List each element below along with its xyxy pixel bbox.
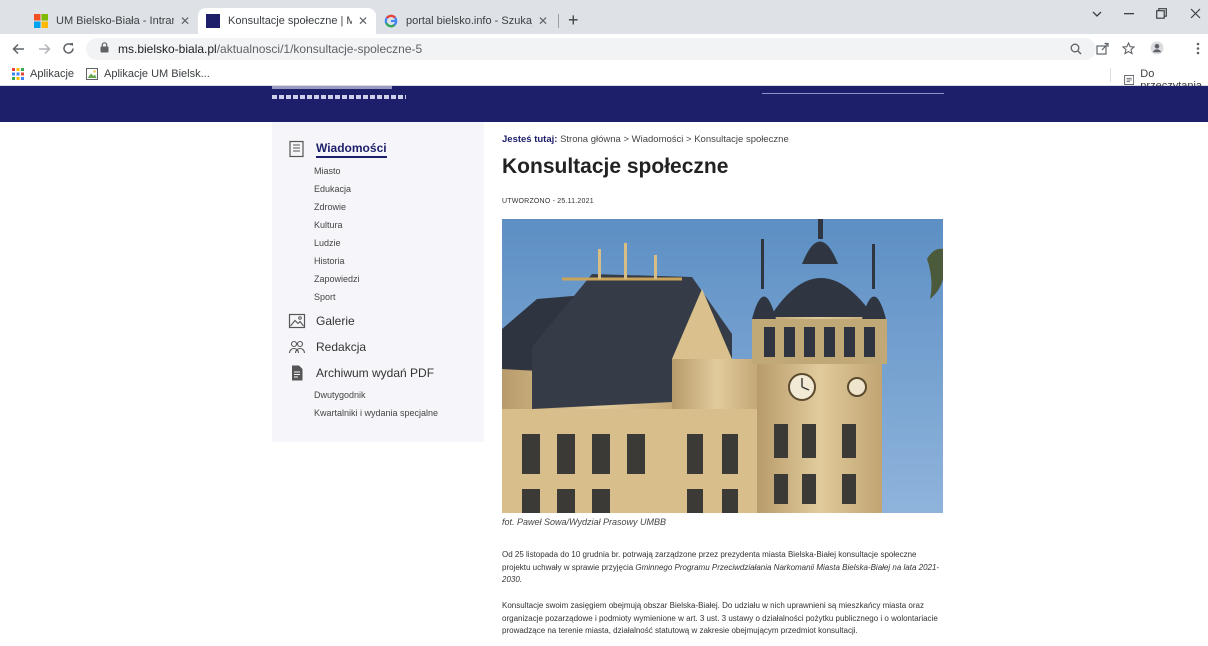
- sidebar-subitem-dwutygodnik[interactable]: Dwutygodnik: [314, 390, 366, 400]
- reload-icon[interactable]: [62, 42, 75, 55]
- restore-window-icon[interactable]: [1156, 8, 1167, 19]
- kebab-menu-icon[interactable]: [1196, 42, 1200, 55]
- tab-google-search[interactable]: portal bielsko.info - Szukaj w Goo ✕: [376, 8, 556, 34]
- sidebar-item-galerie[interactable]: Galerie: [288, 312, 355, 330]
- lock-icon[interactable]: [100, 42, 109, 53]
- sidebar-item-label: Galerie: [316, 314, 355, 328]
- article-paragraph-1: Od 25 listopada do 10 grudnia br. potrwa…: [502, 549, 947, 587]
- sidebar-item-redakcja[interactable]: Redakcja: [288, 338, 366, 356]
- article-photo: [502, 219, 943, 513]
- back-arrow-icon[interactable]: [12, 43, 25, 55]
- bookmark-apps[interactable]: Aplikacje: [12, 68, 74, 80]
- close-icon[interactable]: ✕: [538, 14, 548, 28]
- tab-title: portal bielsko.info - Szukaj w Goo: [406, 15, 532, 27]
- town-hall-photo: [502, 219, 943, 513]
- tab-konsultacje[interactable]: Konsultacje społeczne | Magazyn ✕: [198, 8, 376, 34]
- zoom-icon[interactable]: [1070, 43, 1082, 55]
- sidebar-nav: Wiadomości Miasto Edukacja Zdrowie Kultu…: [272, 122, 484, 442]
- google-g-icon: [384, 14, 398, 28]
- url-host: ms.bielsko-biala.pl: [118, 42, 217, 56]
- sidebar-item-archiwum[interactable]: Archiwum wydań PDF: [288, 364, 434, 382]
- browser-tab-strip: UM Bielsko-Biała - Intranet ✕ Konsultacj…: [0, 0, 1208, 34]
- microsoft-logo-icon: [34, 14, 48, 28]
- address-bar[interactable]: ms.bielsko-biala.pl/aktualnosci/1/konsul…: [86, 38, 1096, 60]
- sidebar-subitem-zapowiedzi[interactable]: Zapowiedzi: [314, 274, 360, 284]
- browser-toolbar: ms.bielsko-biala.pl/aktualnosci/1/konsul…: [0, 34, 1208, 64]
- sidebar-item-label: Redakcja: [316, 340, 367, 354]
- image-bookmark-icon: [86, 68, 98, 80]
- sidebar-subitem-kwartalniki[interactable]: Kwartalniki i wydania specjalne: [314, 408, 438, 418]
- tab-title: Konsultacje społeczne | Magazyn: [228, 15, 352, 27]
- share-icon[interactable]: [1096, 42, 1109, 55]
- sidebar-item-label: Wiadomości: [316, 141, 387, 158]
- profile-avatar-icon[interactable]: [1150, 41, 1164, 55]
- pdf-document-icon: [292, 365, 303, 381]
- new-tab-button[interactable]: +: [568, 10, 579, 30]
- created-date: UTWORZONO - 25.11.2021: [502, 198, 594, 205]
- sidebar-subitem-edukacja[interactable]: Edukacja: [314, 184, 351, 194]
- gallery-icon: [288, 313, 306, 329]
- breadcrumb: Jesteś tutaj: Strona główna > Wiadomości…: [502, 134, 789, 145]
- sidebar-subitem-sport[interactable]: Sport: [314, 292, 336, 302]
- forward-arrow-icon[interactable]: [38, 43, 51, 55]
- sidebar-subitem-historia[interactable]: Historia: [314, 256, 345, 266]
- bookmark-um-apps[interactable]: Aplikacje UM Bielsk...: [86, 68, 210, 80]
- site-header: [0, 86, 1208, 122]
- minimize-icon[interactable]: [1124, 13, 1134, 15]
- close-icon[interactable]: ✕: [180, 14, 190, 28]
- site-logo-tagline: [272, 95, 406, 99]
- sidebar-item-wiadomosci[interactable]: Wiadomości: [288, 140, 387, 158]
- sidebar-subitem-kultura[interactable]: Kultura: [314, 220, 343, 230]
- close-icon[interactable]: ✕: [358, 14, 368, 28]
- page-title: Konsultacje społeczne: [502, 155, 729, 178]
- sidebar-item-label: Archiwum wydań PDF: [316, 366, 435, 380]
- bookmarks-bar: Aplikacje Aplikacje UM Bielsk... Do prze…: [0, 64, 1208, 92]
- close-window-icon[interactable]: [1190, 8, 1201, 19]
- newspaper-icon: [289, 140, 304, 158]
- url-path: /aktualnosci/1/konsultacje-spoleczne-5: [216, 42, 423, 56]
- header-search-underline[interactable]: [762, 93, 944, 94]
- photo-caption: fot. Paweł Sowa/Wydział Prasowy UMBB: [502, 517, 667, 527]
- sidebar-subitem-ludzie[interactable]: Ludzie: [314, 238, 341, 248]
- bookmark-label: Aplikacje: [30, 68, 75, 80]
- url-text: ms.bielsko-biala.pl/aktualnosci/1/konsul…: [118, 42, 422, 56]
- sidebar-subitem-miasto[interactable]: Miasto: [314, 166, 341, 176]
- breadcrumb-path[interactable]: Strona główna > Wiadomości > Konsultacje…: [560, 134, 789, 145]
- tab-title: UM Bielsko-Biała - Intranet: [56, 15, 174, 27]
- reading-list-icon: [1124, 74, 1135, 86]
- sidebar-subitem-zdrowie[interactable]: Zdrowie: [314, 202, 346, 212]
- tab-separator: [558, 14, 559, 28]
- site-logo[interactable]: [272, 86, 392, 89]
- team-icon: [288, 340, 306, 354]
- tab-intranet[interactable]: UM Bielsko-Biała - Intranet ✕: [26, 8, 198, 34]
- bookmark-divider: [1110, 68, 1111, 82]
- tab-search-chevron-icon[interactable]: [1092, 10, 1102, 18]
- site-favicon-icon: [206, 14, 220, 28]
- bookmark-star-icon[interactable]: [1122, 42, 1135, 55]
- bookmark-label: Aplikacje UM Bielsk...: [104, 68, 210, 80]
- apps-grid-icon: [12, 68, 24, 80]
- article-paragraph-2: Konsultacje swoim zasięgiem obejmują obs…: [502, 601, 938, 635]
- breadcrumb-label: Jesteś tutaj:: [502, 134, 558, 145]
